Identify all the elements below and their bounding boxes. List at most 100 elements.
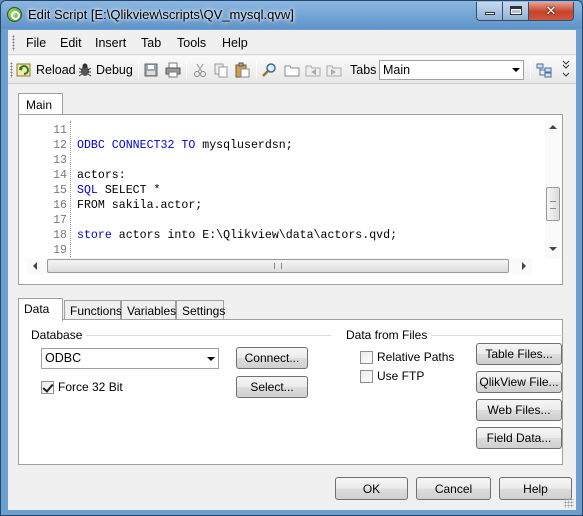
code-line[interactable]: store actors into E:\Qlikview\data\actor… (77, 229, 397, 242)
close-icon: ✕ (545, 3, 557, 18)
code-text: actors into E:\Qlikview\data\actors.qvd; (111, 229, 398, 242)
force-32-bit-checkbox[interactable] (41, 381, 54, 394)
qlikview-file-button[interactable]: QlikView File... (476, 371, 562, 393)
script-tab-main[interactable]: Main (18, 93, 63, 115)
tree-view-icon[interactable] (536, 62, 552, 78)
connect-button[interactable]: Connect... (236, 347, 308, 369)
vertical-scroll-thumb[interactable] (546, 187, 560, 221)
copy-icon[interactable] (213, 62, 229, 78)
use-ftp-checkbox[interactable] (360, 370, 373, 383)
ok-button[interactable]: OK (335, 477, 408, 500)
line-number: 18 (53, 229, 67, 242)
debug-label: Debug (96, 63, 133, 77)
relative-paths-label: Relative Paths (377, 350, 455, 364)
toolbar-overflow-icon[interactable] (561, 59, 571, 81)
tab-left-icon[interactable] (305, 62, 321, 78)
print-icon[interactable] (165, 62, 181, 78)
line-number: 17 (53, 214, 67, 227)
reload-button[interactable]: Reload (16, 60, 76, 80)
menu-edit[interactable]: Edit (60, 36, 82, 50)
select-button[interactable]: Select... (236, 376, 308, 398)
line-number: 19 (53, 244, 67, 257)
use-ftp-label: Use FTP (377, 369, 425, 383)
code-text: SELECT * (97, 184, 161, 197)
save-icon[interactable] (143, 62, 159, 78)
code-line[interactable]: ODBC CONNECT32 TO mysqluserdsn; (77, 139, 293, 152)
maximize-button[interactable] (502, 2, 529, 21)
client-area: File Edit Insert Tab Tools Help Reload D… (8, 30, 576, 510)
code-line[interactable]: actors: (77, 169, 126, 182)
toolbar: Reload Debug Tabs Main (8, 56, 576, 84)
force-32-bit-label: Force 32 Bit (58, 380, 123, 394)
horizontal-scroll-thumb[interactable] (47, 259, 509, 273)
bug-icon (78, 63, 92, 77)
tab-functions[interactable]: Functions (64, 300, 122, 320)
database-select[interactable]: ODBC (41, 348, 219, 369)
paste-icon[interactable] (234, 62, 250, 78)
menu-grip-icon[interactable] (12, 35, 15, 51)
editor-horizontal-scrollbar[interactable] (27, 258, 532, 274)
scroll-down-icon[interactable] (549, 247, 557, 251)
code-keyword: ODBC CONNECT32 TO (77, 139, 196, 152)
minimize-icon (485, 12, 495, 15)
data-panel: Database ODBC Connect... Select... Force… (18, 319, 563, 465)
help-button[interactable]: Help (499, 477, 572, 500)
scroll-right-icon[interactable] (522, 262, 526, 270)
close-button[interactable]: ✕ (528, 2, 574, 21)
qlikview-app-icon (7, 7, 22, 22)
menu-bar: File Edit Insert Tab Tools Help (8, 30, 576, 55)
debug-button[interactable]: Debug (77, 60, 133, 80)
menu-tab[interactable]: Tab (141, 36, 161, 50)
line-number: 13 (53, 154, 67, 167)
reload-label: Reload (36, 63, 76, 77)
toolbar-separator (530, 61, 531, 79)
code-text: actors: (77, 169, 126, 182)
database-select-value: ODBC (45, 351, 82, 365)
tabs-select-value: Main (383, 63, 411, 77)
menu-file[interactable]: File (26, 36, 46, 50)
code-line[interactable]: SQL SELECT * (77, 184, 161, 197)
cancel-button[interactable]: Cancel (416, 477, 491, 500)
reload-icon (16, 63, 31, 77)
toolbar-separator (138, 61, 139, 79)
editor-vertical-scrollbar[interactable] (545, 121, 561, 259)
tab-settings[interactable]: Settings (176, 300, 225, 320)
title-bar[interactable]: Edit Script [E:\Qlikview\scripts\QV_mysq… (1, 1, 582, 29)
code-text: FROM sakila.actor; (77, 199, 203, 212)
chevron-down-icon[interactable] (203, 349, 218, 368)
script-editor[interactable]: 11 12 13 14 15 16 17 18 19 ODBC CONNECT3… (29, 121, 539, 261)
cut-icon[interactable] (192, 62, 208, 78)
menu-help[interactable]: Help (222, 36, 248, 50)
menu-tools[interactable]: Tools (177, 36, 206, 50)
edit-script-window: Edit Script [E:\Qlikview\scripts\QV_mysq… (0, 0, 583, 516)
chevron-down-icon[interactable] (508, 61, 523, 79)
toolbar-separator (186, 61, 187, 79)
line-number: 12 (53, 139, 67, 152)
folder-icon[interactable] (284, 62, 300, 78)
code-line[interactable]: FROM sakila.actor; (77, 199, 202, 212)
resize-grip-icon[interactable] (564, 498, 574, 508)
table-files-button[interactable]: Table Files... (476, 343, 562, 365)
tabs-select[interactable]: Main (379, 60, 524, 80)
relative-paths-checkbox[interactable] (360, 351, 373, 364)
minimize-button[interactable] (476, 2, 503, 21)
tab-data[interactable]: Data (18, 298, 63, 321)
tabs-label: Tabs (350, 63, 377, 77)
code-keyword: store (77, 229, 112, 242)
script-editor-frame: 11 12 13 14 15 16 17 18 19 ODBC CONNECT3… (18, 114, 563, 285)
field-data-button[interactable]: Field Data... (476, 427, 562, 449)
database-group-label: Database (31, 328, 87, 342)
find-icon[interactable] (262, 62, 278, 78)
code-keyword: SQL (77, 184, 98, 197)
menu-insert[interactable]: Insert (95, 36, 126, 50)
line-number: 16 (53, 199, 67, 212)
maximize-icon (510, 6, 522, 15)
line-number: 11 (53, 124, 67, 137)
tab-variables[interactable]: Variables (121, 300, 176, 320)
scroll-up-icon[interactable] (549, 125, 557, 129)
scroll-left-icon[interactable] (33, 262, 37, 270)
web-files-button[interactable]: Web Files... (476, 399, 562, 421)
toolbar-grip-icon[interactable] (10, 62, 13, 78)
line-number: 14 (53, 169, 67, 182)
tab-right-icon[interactable] (326, 62, 342, 78)
